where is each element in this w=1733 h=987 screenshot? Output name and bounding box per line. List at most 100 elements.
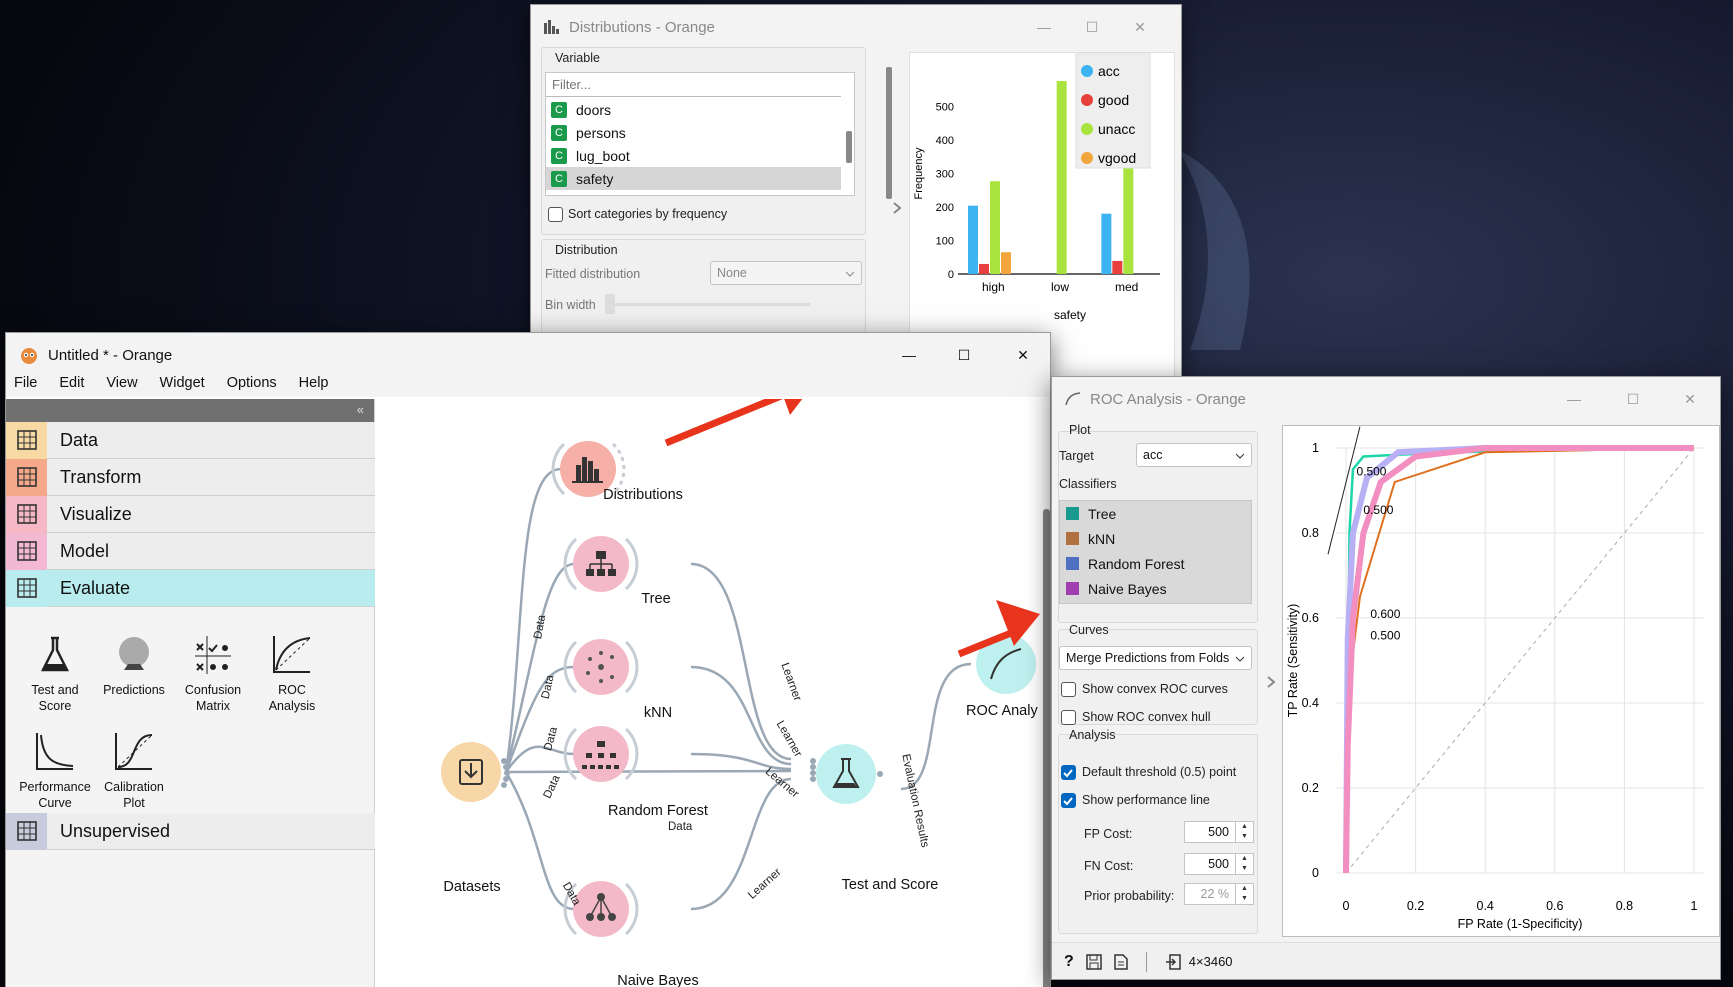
prior-label: Prior probability: — [1084, 889, 1175, 903]
checkmark-icon — [1063, 797, 1073, 806]
roc-title: ROC Analysis - Orange — [1090, 390, 1246, 408]
tool-confusion-matrix[interactable]: Confusion Matrix — [170, 632, 256, 714]
sort-checkbox[interactable] — [548, 207, 563, 222]
edge-datasets-testscore[interactable] — [505, 769, 792, 774]
tool-test-and-score[interactable]: Test and Score — [12, 632, 98, 714]
splitter-handle[interactable] — [886, 67, 892, 199]
classifier-item[interactable]: kNN — [1060, 526, 1251, 551]
categorical-icon: C — [551, 124, 567, 141]
widget-toolbox: « Data Transform Visualize Model Evaluate Uns… — [6, 399, 375, 987]
roc-window: ROC Analysis - Orange — ☐ ✕ Plot Target … — [1051, 376, 1721, 980]
tool-predictions[interactable]: Predictions — [91, 632, 177, 698]
classifier-item[interactable]: Tree — [1060, 501, 1251, 526]
datasets-node[interactable] — [441, 742, 510, 802]
chevron-right-icon[interactable] — [1265, 675, 1279, 689]
toolbox-collapse-bar[interactable]: « — [6, 399, 374, 422]
bin-width-handle[interactable] — [605, 294, 615, 314]
bar-unacc-med — [1123, 154, 1134, 274]
variable-item[interactable]: Cpersons — [546, 121, 841, 144]
menu-view[interactable]: View — [106, 375, 137, 391]
prior-spin[interactable]: 22 % ▲ ▼ — [1184, 883, 1254, 905]
category-unsupervised[interactable]: Unsupervised — [6, 812, 375, 850]
edge-knn-testscore[interactable] — [690, 665, 792, 766]
help-icon[interactable]: ? — [1064, 953, 1074, 971]
tool-label: Calibration Plot — [104, 780, 164, 810]
classifier-item[interactable]: Random Forest — [1060, 551, 1251, 576]
variable-list[interactable]: CdoorsCpersonsClug_bootCsafety — [545, 72, 855, 196]
close-button[interactable]: ✕ — [1117, 5, 1163, 49]
save-icon[interactable] — [1086, 953, 1102, 970]
main-title: Untitled * - Orange — [48, 346, 173, 364]
maximize-button[interactable]: ☐ — [1069, 5, 1115, 49]
variable-item[interactable]: Clug_boot — [546, 144, 841, 167]
y-tick-label: 0.6 — [1302, 611, 1319, 625]
scatter-icon — [6, 495, 47, 533]
edge-rf-testscore[interactable] — [690, 752, 792, 771]
list-scrollbar[interactable] — [846, 131, 852, 163]
classifiers-list[interactable]: Tree kNN Random Forest Naive Bayes — [1059, 500, 1252, 604]
spin-arrows-icon[interactable]: ▲ ▼ — [1235, 854, 1253, 874]
roc-curve-icon — [249, 632, 335, 676]
menu-widget[interactable]: Widget — [160, 375, 205, 391]
workflow-canvas[interactable] — [376, 399, 1051, 987]
legend-label: unacc — [1098, 121, 1135, 137]
category-transform[interactable]: Transform — [6, 458, 375, 496]
collapse-icon[interactable]: « — [357, 402, 364, 417]
menu-edit[interactable]: Edit — [59, 375, 84, 391]
y-tick-label: 0.4 — [1302, 696, 1319, 710]
menu-options[interactable]: Options — [227, 375, 277, 391]
evaluate-icon — [6, 569, 47, 607]
canvas-scrollbar[interactable] — [1043, 509, 1050, 987]
menu-help[interactable]: Help — [299, 375, 329, 391]
classifier-item[interactable]: Naive Bayes — [1060, 576, 1251, 601]
variable-label: persons — [576, 124, 626, 141]
knn-node[interactable] — [563, 639, 639, 695]
color-swatch — [1066, 507, 1079, 520]
target-combo[interactable]: acc — [1136, 443, 1252, 467]
tool-label: Performance Curve — [19, 780, 91, 810]
category-label: Transform — [60, 466, 142, 487]
curves-header: Curves — [1069, 623, 1109, 637]
fp-cost-spin[interactable]: 500 ▲ ▼ — [1184, 821, 1254, 843]
report-icon[interactable] — [1114, 953, 1128, 970]
maximize-button[interactable]: ☐ — [1610, 377, 1656, 421]
category-label: Visualize — [60, 503, 132, 524]
x-tick-label: high — [982, 280, 1005, 294]
fn-cost-spin[interactable]: 500 ▲ ▼ — [1184, 853, 1254, 875]
edge-nb-testscore[interactable] — [690, 777, 792, 911]
tool-roc-analysis[interactable]: ROC Analysis — [249, 632, 335, 714]
variable-item[interactable]: Csafety — [546, 167, 841, 190]
convex-hull-checkbox[interactable] — [1061, 710, 1076, 725]
default-threshold-checkbox[interactable] — [1061, 765, 1076, 780]
tool-calibration-plot[interactable]: Calibration Plot — [91, 729, 177, 811]
test-and-score-label: Test and Score — [841, 877, 939, 893]
bar-good-high — [979, 263, 989, 274]
perf-line-checkbox[interactable] — [1061, 793, 1076, 808]
category-visualize[interactable]: Visualize — [6, 495, 375, 533]
test-and-score-node[interactable] — [810, 744, 883, 804]
category-evaluate[interactable]: Evaluate — [6, 569, 375, 607]
bar-acc-high — [968, 205, 978, 274]
fn-cost-label: FN Cost: — [1084, 859, 1134, 873]
minimize-button[interactable]: — — [1551, 377, 1597, 421]
spin-arrows-icon[interactable]: ▲ ▼ — [1235, 884, 1253, 904]
tree-node[interactable] — [563, 536, 639, 592]
menu-file[interactable]: File — [14, 375, 37, 391]
variable-item[interactable]: Cdoors — [546, 98, 841, 121]
convex-curves-checkbox[interactable] — [1061, 682, 1076, 697]
category-model[interactable]: Model — [6, 532, 375, 570]
y-tick-label: 0 — [1312, 866, 1319, 880]
tool-performance-curve[interactable]: Performance Curve — [12, 729, 98, 811]
filter-input[interactable] — [546, 73, 841, 97]
bin-width-slider[interactable] — [605, 303, 810, 306]
random-forest-node[interactable] — [563, 726, 639, 782]
roc-curve-icon — [1065, 392, 1081, 406]
close-button[interactable]: ✕ — [1667, 377, 1713, 421]
fitted-combo[interactable]: None — [710, 261, 862, 285]
curves-combo[interactable]: Merge Predictions from Folds — [1059, 646, 1252, 670]
spin-arrows-icon[interactable]: ▲ ▼ — [1235, 822, 1253, 842]
chevron-right-icon[interactable] — [891, 201, 905, 215]
performance-curve-icon — [12, 729, 98, 773]
category-data[interactable]: Data — [6, 421, 375, 459]
minimize-button[interactable]: — — [1021, 5, 1067, 49]
